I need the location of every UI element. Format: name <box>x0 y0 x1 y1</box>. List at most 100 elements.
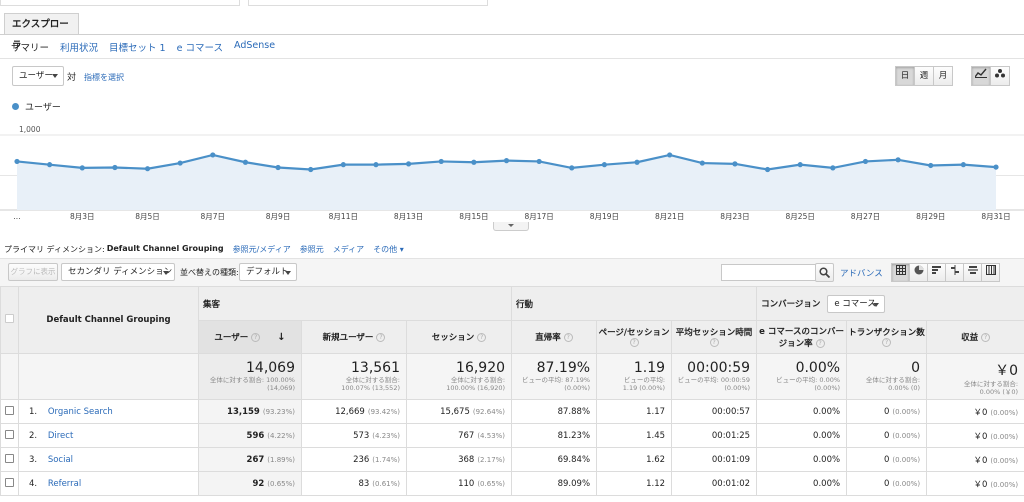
conversion-type-select[interactable]: e コマース <box>827 294 886 313</box>
group-conversion-label: コンバージョン <box>761 299 821 309</box>
total-cell: 16,920 全体に対する割合: 100.00% (16,920) <box>405 353 513 400</box>
sort-type-select[interactable]: デフォルト <box>239 263 297 281</box>
performance-view-icon[interactable] <box>927 263 946 282</box>
col-duration-header[interactable]: 平均セッション時間 ? <box>671 320 758 354</box>
data-point[interactable] <box>797 162 803 168</box>
period-month-button[interactable]: 月 <box>933 66 953 86</box>
subnav-ecommerce[interactable]: e コマース <box>177 40 223 54</box>
data-point[interactable] <box>569 165 575 171</box>
period-day-button[interactable]: 日 <box>895 66 915 86</box>
metric-select[interactable]: ユーザー <box>12 66 64 86</box>
help-icon[interactable]: ? <box>815 339 825 348</box>
help-icon[interactable]: ? <box>477 333 487 342</box>
row-channel-link[interactable]: Direct <box>48 431 73 441</box>
help-icon[interactable]: ? <box>251 333 261 342</box>
subnav-adsense[interactable]: AdSense <box>234 40 275 54</box>
help-icon[interactable]: ? <box>629 338 639 347</box>
secondary-dimension-select[interactable]: セカンダリ ディメンション <box>61 263 175 281</box>
chart-collapse-handle[interactable] <box>493 222 529 231</box>
data-point[interactable] <box>79 165 85 171</box>
row-channel-link[interactable]: Social <box>48 455 73 465</box>
col-new-users-header[interactable]: 新規ユーザー ? <box>301 320 407 354</box>
data-point[interactable] <box>503 158 510 164</box>
data-point[interactable] <box>144 166 151 172</box>
data-point[interactable] <box>895 157 901 163</box>
dimension-source-medium[interactable]: 参照元/メディア <box>233 244 291 255</box>
cell-conv-rate: 0.00% <box>756 423 848 448</box>
table-view-icon[interactable] <box>891 263 910 282</box>
data-point[interactable] <box>340 162 346 168</box>
data-point[interactable] <box>242 159 249 165</box>
row-checkbox[interactable] <box>5 405 14 415</box>
data-point[interactable] <box>634 159 640 165</box>
data-point[interactable] <box>667 152 673 158</box>
dimension-more[interactable]: その他 ▾ <box>373 244 404 255</box>
help-icon[interactable]: ? <box>709 338 719 347</box>
help-icon[interactable]: ? <box>563 333 573 342</box>
data-point[interactable] <box>536 158 542 165</box>
data-point[interactable] <box>601 162 608 168</box>
value: ￥0 <box>973 479 988 490</box>
data-point[interactable] <box>406 161 412 167</box>
subnav-summary[interactable]: サマリー <box>11 40 49 54</box>
period-week-button[interactable]: 週 <box>914 66 934 86</box>
data-point[interactable] <box>699 160 705 166</box>
data-point[interactable] <box>862 158 869 165</box>
data-point[interactable] <box>308 166 314 173</box>
col-pps-header[interactable]: ページ/セッション ? <box>596 320 673 354</box>
subnav-usage[interactable]: 利用状況 <box>60 40 98 54</box>
row-checkbox[interactable] <box>5 453 14 463</box>
row-checkbox[interactable] <box>5 477 14 487</box>
dimension-source[interactable]: 参照元 <box>300 244 324 255</box>
col-bounce-header[interactable]: 直帰率 ? <box>511 320 598 354</box>
pivot-view-icon[interactable] <box>981 263 1000 282</box>
help-icon[interactable]: ? <box>882 338 892 347</box>
data-point[interactable] <box>960 162 966 168</box>
data-point[interactable] <box>471 159 477 165</box>
choose-metric-link[interactable]: 指標を選択 <box>84 72 124 83</box>
tab-explorer[interactable]: エクスプローラ <box>4 13 79 51</box>
data-point[interactable] <box>47 162 53 168</box>
help-icon[interactable]: ? <box>376 333 386 342</box>
motion-chart-icon[interactable] <box>990 66 1010 86</box>
col-sessions-header[interactable]: セッション ? <box>405 320 513 354</box>
col-sessions-label: セッション <box>431 333 475 343</box>
table-search-input[interactable] <box>721 264 817 281</box>
data-point[interactable] <box>14 158 20 165</box>
row-number: 3. <box>29 454 38 465</box>
col-transactions-header[interactable]: トランザクション数 ? <box>846 320 928 354</box>
row-channel-link[interactable]: Organic Search <box>48 407 113 417</box>
advanced-link[interactable]: アドバンス <box>840 267 883 279</box>
data-point[interactable] <box>764 166 771 173</box>
cell-revenue: ￥0 (0.00%) <box>926 399 1024 424</box>
comparison-view-icon[interactable] <box>945 263 964 282</box>
data-point[interactable] <box>732 161 738 167</box>
subnav-goal-set[interactable]: 目標セット 1 <box>109 40 166 54</box>
data-point[interactable] <box>928 162 934 169</box>
data-point[interactable] <box>275 164 281 171</box>
plot-rows-button[interactable]: グラフに表示 <box>8 263 58 281</box>
data-point[interactable] <box>438 158 444 165</box>
row-channel-link[interactable]: Referral <box>48 479 81 489</box>
dimension-medium[interactable]: メディア <box>333 244 364 255</box>
dimension-default-channel[interactable]: Default Channel Grouping <box>107 244 224 255</box>
data-point[interactable] <box>993 164 999 170</box>
data-point[interactable] <box>210 152 216 158</box>
search-button[interactable] <box>815 263 834 282</box>
secondary-dimension-label: セカンダリ ディメンション <box>68 267 173 277</box>
col-conv-rate-header[interactable]: e コマースのコンバージョン率 ? <box>756 320 848 354</box>
data-point[interactable] <box>830 165 836 171</box>
help-icon[interactable]: ? <box>981 333 991 342</box>
data-point[interactable] <box>373 162 379 168</box>
col-users-header[interactable]: ユーザー ? ↓ <box>198 320 302 354</box>
col-revenue-header[interactable]: 収益 ? <box>926 320 1024 354</box>
select-all-checkbox[interactable] <box>5 314 14 323</box>
pie-view-icon[interactable] <box>909 263 928 282</box>
data-point[interactable] <box>112 164 118 171</box>
row-checkbox[interactable] <box>5 429 14 439</box>
percent: (0.61%) <box>372 479 400 488</box>
term-cloud-view-icon[interactable] <box>963 263 982 282</box>
dimension-header[interactable]: Default Channel Grouping <box>18 286 199 354</box>
data-point[interactable] <box>177 160 183 166</box>
line-chart-icon[interactable] <box>971 66 991 86</box>
